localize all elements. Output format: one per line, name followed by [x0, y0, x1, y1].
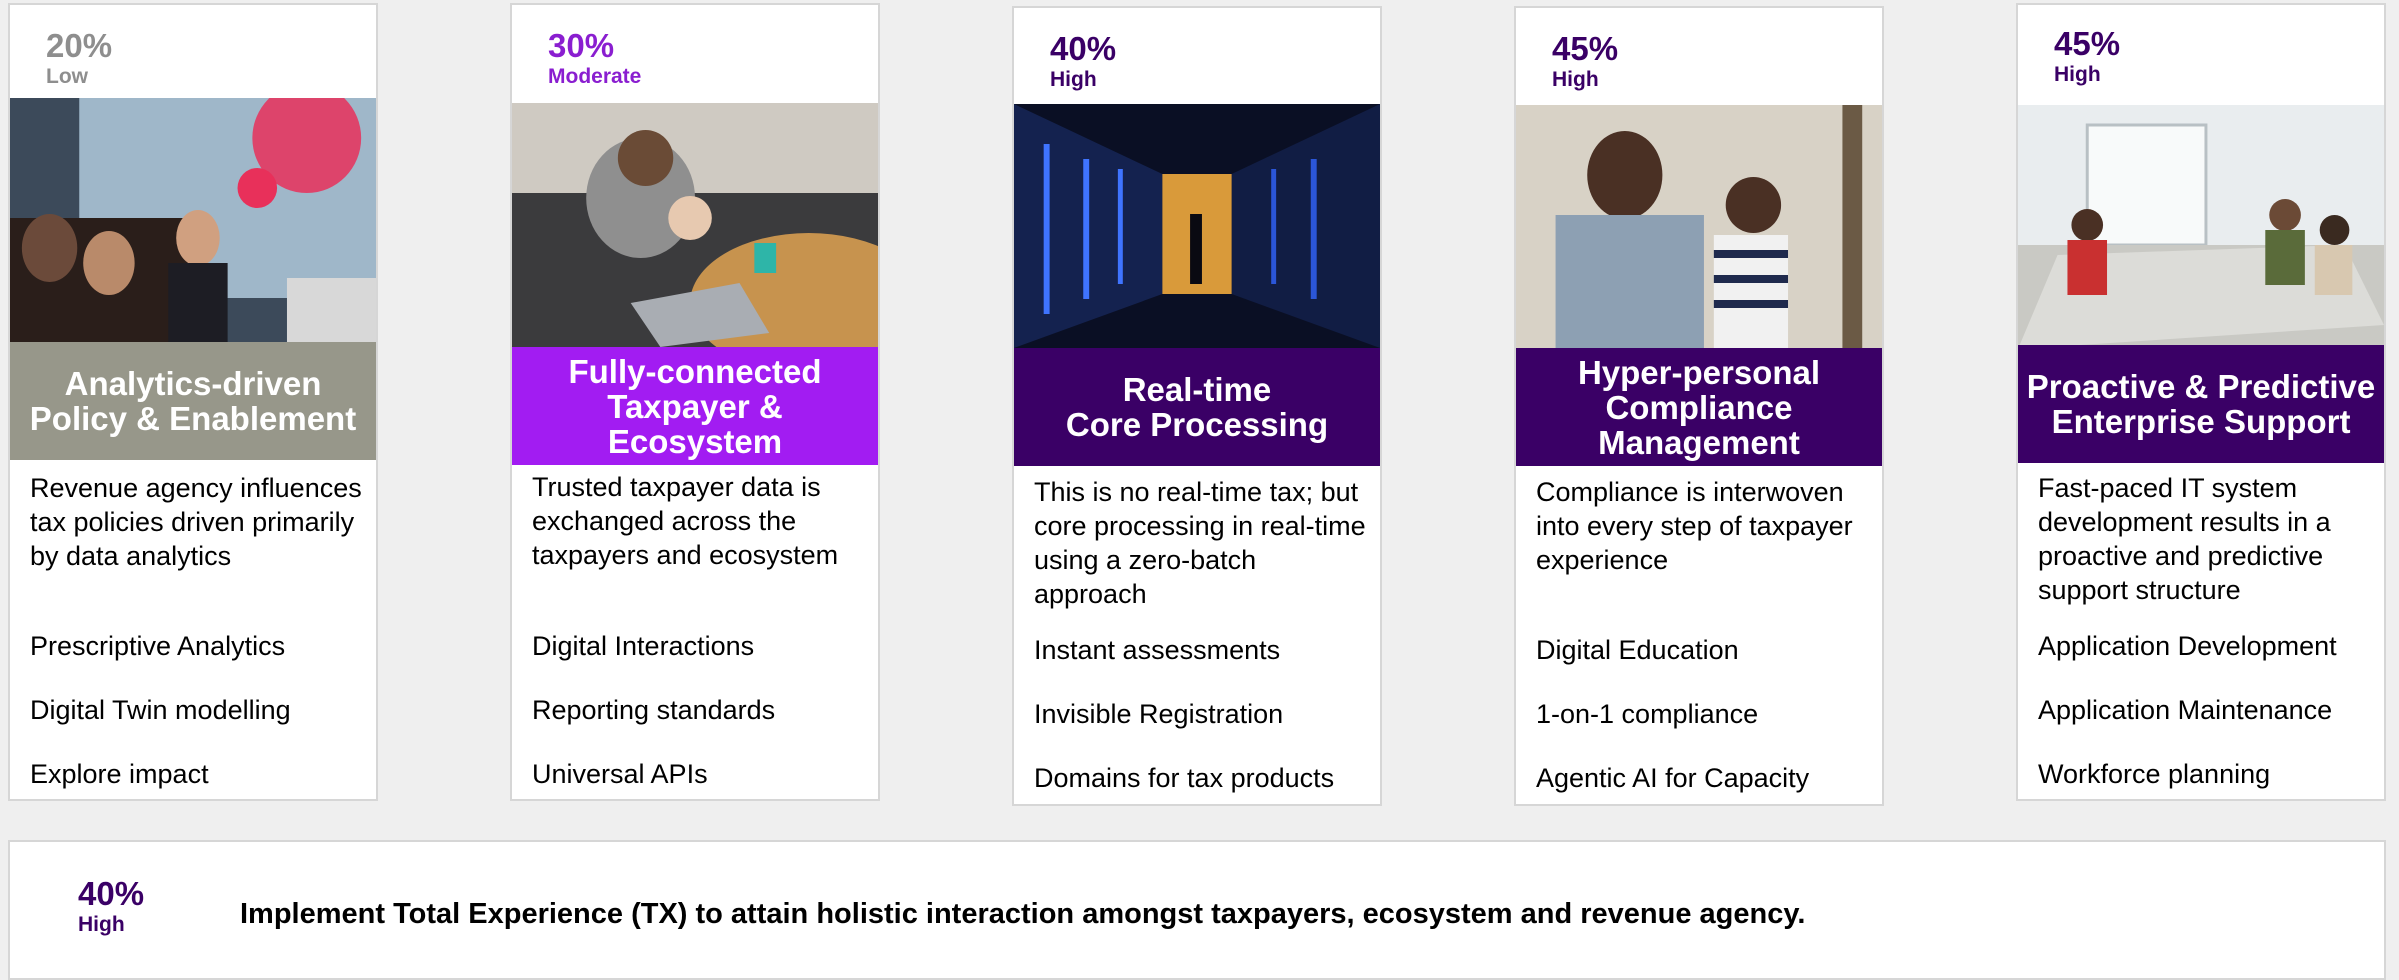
total-experience-banner: 40% High Implement Total Experience (TX)… [8, 840, 2386, 980]
pillar-description: Compliance is interwoven into every step… [1536, 477, 1853, 575]
pillar-title-line: Compliance [1605, 388, 1793, 426]
pillar-title-line: Analytics-driven [64, 365, 322, 402]
capability-item: Domains for tax products [1034, 763, 1335, 793]
capability-item: 1-on-1 compliance [1536, 699, 1759, 729]
pillar-card-enterprise-support: 45% High Proactive & Predictive Enterpris… [2016, 3, 2386, 801]
maturity-percent: 45% [1552, 30, 1619, 67]
pillar-card-compliance: 45% High Hyper-personal Compliance Managem… [1514, 6, 1884, 806]
maturity-level: High [2054, 63, 2101, 86]
pillar-title-line: Core Processing [1065, 406, 1329, 443]
pillar-description: Trusted taxpayer data is exchanged acros… [532, 472, 839, 570]
pillar-card-core-processing: 40% High Real-time Core Processing This i… [1012, 6, 1382, 806]
maturity-score: 40% High [1050, 30, 1116, 92]
maturity-score: 20% Low [46, 27, 112, 89]
pillar-card-analytics: 20% Low Analytics-driven Policy & Enablem… [8, 3, 378, 801]
maturity-score: 45% High [2054, 25, 2120, 87]
maturity-percent: 40% [1050, 30, 1117, 67]
pillar-title-line: Management [1598, 423, 1800, 461]
pillar-card-taxpayer: 30% Moderate Fully-connected Taxpayer & E… [510, 3, 880, 801]
presentation-photo-icon [10, 98, 376, 342]
capability-item: Invisible Registration [1034, 699, 1284, 729]
datacenter-photo-icon [1014, 104, 1380, 348]
maturity-level: High [1050, 68, 1097, 91]
capability-item: Workforce planning [2038, 759, 2271, 789]
maturity-level: High [1552, 68, 1599, 91]
pillar-description: Fast-paced IT system development results… [2038, 473, 2331, 605]
pillar-title-line: Enterprise Support [2051, 403, 2351, 440]
pillar-description: Revenue agency influences tax policies d… [30, 473, 362, 571]
maturity-percent: 30% [548, 27, 615, 64]
maturity-level: Low [46, 65, 88, 88]
capability-item: Reporting standards [532, 695, 776, 725]
maturity-percent: 20% [46, 27, 113, 64]
capability-item: Application Development [2038, 631, 2337, 661]
pillar-title: Real-time Core Processing [1014, 348, 1380, 466]
maturity-score: 45% High [1552, 30, 1618, 92]
pillar-title: Hyper-personal Compliance Management [1516, 348, 1882, 466]
pillar-title-line: Real-time [1122, 371, 1272, 408]
maturity-percent: 40% [78, 875, 145, 912]
maturity-score: 40% High [78, 875, 144, 937]
pillar-title: Fully-connected Taxpayer & Ecosystem [512, 347, 878, 465]
capability-item: Prescriptive Analytics [30, 631, 286, 661]
maturity-percent: 45% [2054, 25, 2121, 62]
maturity-level: High [78, 913, 125, 936]
father-child-photo-icon [1516, 105, 1882, 349]
capability-item: Digital Education [1536, 635, 1739, 665]
pillar-description: This is no real-time tax; but core proce… [1034, 477, 1366, 609]
pillar-title-line: Policy & Enablement [29, 400, 357, 437]
capability-item: Application Maintenance [2038, 695, 2333, 725]
pillar-title-line: Taxpayer & Ecosystem [607, 387, 783, 460]
capability-item: Explore impact [30, 759, 209, 789]
capability-item: Digital Interactions [532, 631, 755, 661]
pillar-title: Proactive & Predictive Enterprise Support [2018, 345, 2384, 463]
maturity-score: 30% Moderate [548, 27, 641, 89]
capability-item: Agentic AI for Capacity [1536, 763, 1810, 793]
capability-item: Instant assessments [1034, 635, 1281, 665]
laptop-photo-icon [512, 103, 878, 347]
office-photo-icon [2018, 105, 2384, 349]
pillar-title: Analytics-driven Policy & Enablement [10, 342, 376, 460]
pillar-title-line: Fully-connected [568, 352, 822, 390]
capability-item: Universal APIs [532, 759, 708, 789]
total-experience-statement: Implement Total Experience (TX) to attai… [240, 898, 1806, 930]
pillar-title-line: Hyper-personal [1577, 353, 1821, 391]
pillar-title-line: Proactive & Predictive [2026, 368, 2376, 405]
capability-item: Digital Twin modelling [30, 695, 291, 725]
maturity-level: Moderate [548, 65, 642, 88]
